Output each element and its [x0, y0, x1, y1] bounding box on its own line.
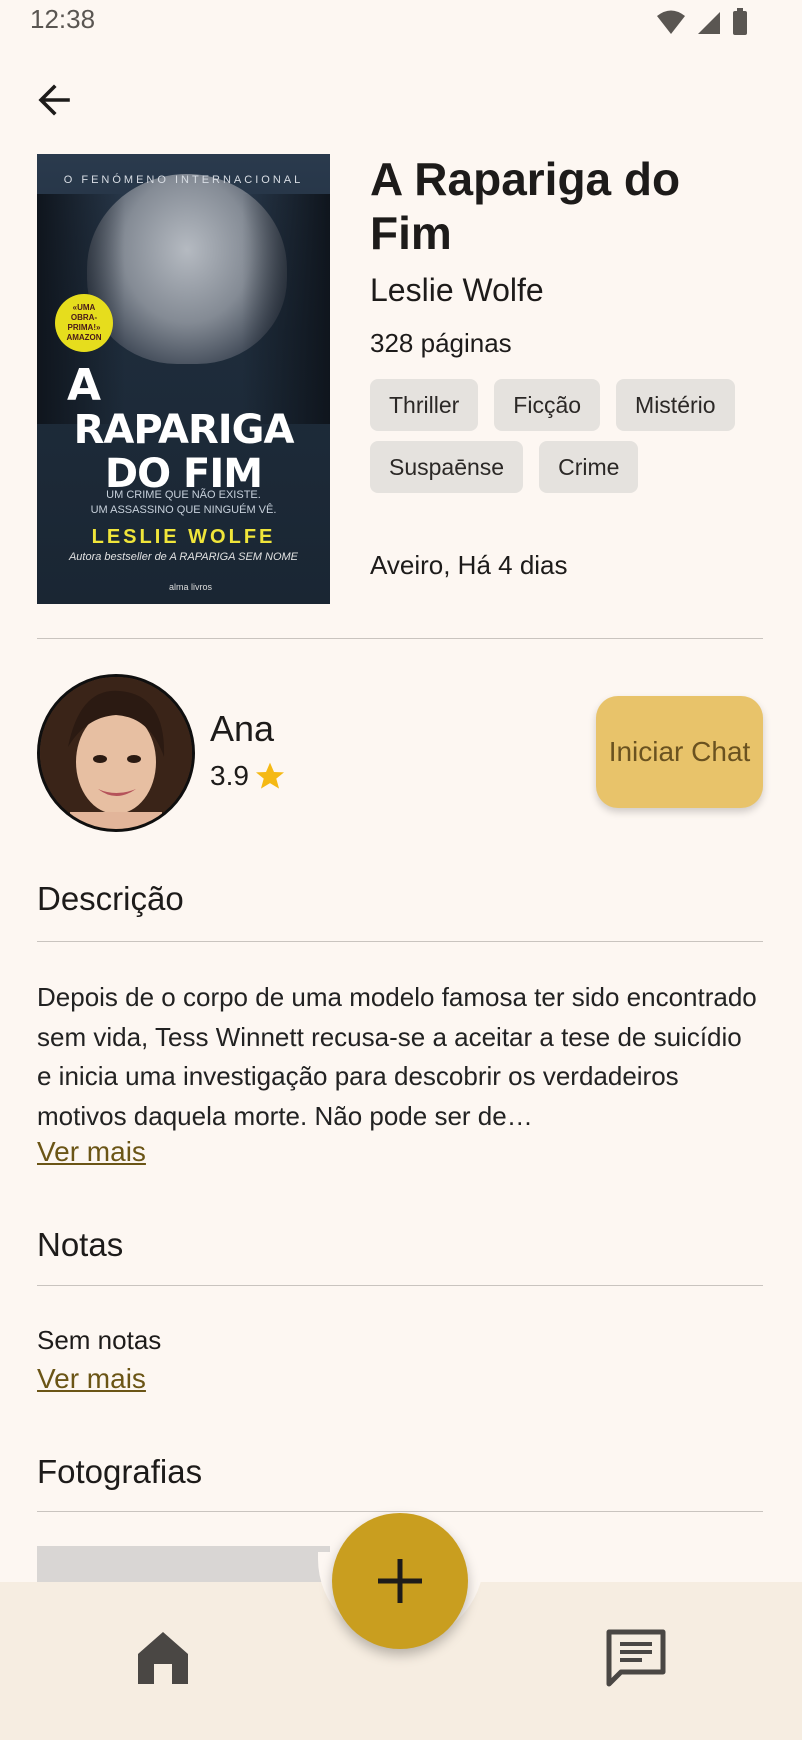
signal-icon: [698, 12, 720, 34]
rating-value: 3.9: [210, 760, 249, 791]
genre-chip[interactable]: Crime: [539, 441, 639, 493]
cover-badge-line: AMAZON: [66, 333, 102, 342]
cover-subtitle-line: UM ASSASSINO QUE NINGUÉM VÊ.: [90, 504, 277, 516]
nav-chat[interactable]: [606, 1628, 666, 1693]
cover-publisher: alma livros: [169, 582, 213, 592]
status-icons: [656, 8, 748, 36]
book-author: Leslie Wolfe: [370, 272, 544, 308]
genre-chips: Thriller Ficção Mistério Suspaēnse Crime: [370, 379, 770, 493]
genre-chip[interactable]: Thriller: [370, 379, 479, 431]
genre-chip[interactable]: Ficção: [494, 379, 601, 431]
avatar-portrait: [40, 677, 192, 829]
star-icon: [255, 762, 284, 789]
location-time: Aveiro, Há 4 dias: [370, 550, 568, 580]
seller-name: Ana: [210, 708, 275, 749]
description-more-link[interactable]: Ver mais: [37, 1136, 146, 1168]
wifi-icon: [657, 10, 685, 34]
cover-title: A RAPARIGA DO FIM: [47, 360, 320, 497]
photo-thumbnail[interactable]: [37, 1546, 330, 1586]
genre-chip[interactable]: Suspaēnse: [370, 441, 524, 493]
battery-icon: [733, 8, 747, 35]
cover-badge: «UMA OBRA-PRIMA!» AMAZON: [55, 294, 113, 352]
cover-author-note: Autora bestseller de A RAPARIGA SEM NOME: [68, 551, 299, 563]
book-cover: O FENÓMENO INTERNACIONAL «UMA OBRA-PRIMA…: [37, 154, 330, 604]
notes-text: Sem notas: [37, 1325, 162, 1355]
notes-more-link[interactable]: Ver mais: [37, 1363, 146, 1395]
photos-title: Fotografias: [37, 1453, 203, 1490]
divider: [37, 1285, 763, 1286]
avatar[interactable]: [37, 674, 195, 832]
cover-title-line: A: [67, 360, 101, 411]
cover-subtitle: UM CRIME QUE NÃO EXISTE. UM ASSASSINO QU…: [37, 488, 330, 518]
genre-chip[interactable]: Mistério: [616, 379, 735, 431]
nav-home[interactable]: [136, 1630, 190, 1691]
home-icon: [138, 1632, 188, 1684]
cover-author: LESLIE WOLFE: [91, 526, 276, 548]
back-button[interactable]: [34, 80, 74, 120]
description-title: Descrição: [37, 880, 184, 917]
description-text: Depois de o corpo de uma modelo famosa t…: [37, 982, 757, 1131]
divider: [37, 638, 763, 639]
add-button[interactable]: [332, 1513, 468, 1649]
book-title: A Rapariga do Fim: [370, 153, 681, 259]
seller-rating: 3.9: [210, 760, 287, 792]
cover-tagline: O FENÓMENO INTERNACIONAL: [63, 174, 304, 186]
chat-icon: [606, 1629, 666, 1687]
arrow-left-icon: [38, 84, 70, 116]
plus-icon: [378, 1559, 422, 1603]
cover-subtitle-line: UM CRIME QUE NÃO EXISTE.: [106, 489, 261, 501]
divider: [37, 1511, 763, 1512]
book-pages: 328 páginas: [370, 328, 512, 358]
cover-title-line: RAPARIGA: [73, 407, 295, 453]
notes-title: Notas: [37, 1226, 124, 1263]
status-time: 12:38: [30, 4, 96, 34]
cover-badge-line: OBRA-PRIMA!»: [67, 313, 101, 332]
divider: [37, 941, 763, 942]
start-chat-button[interactable]: Iniciar Chat: [596, 696, 763, 808]
cover-badge-line: «UMA: [72, 303, 96, 312]
